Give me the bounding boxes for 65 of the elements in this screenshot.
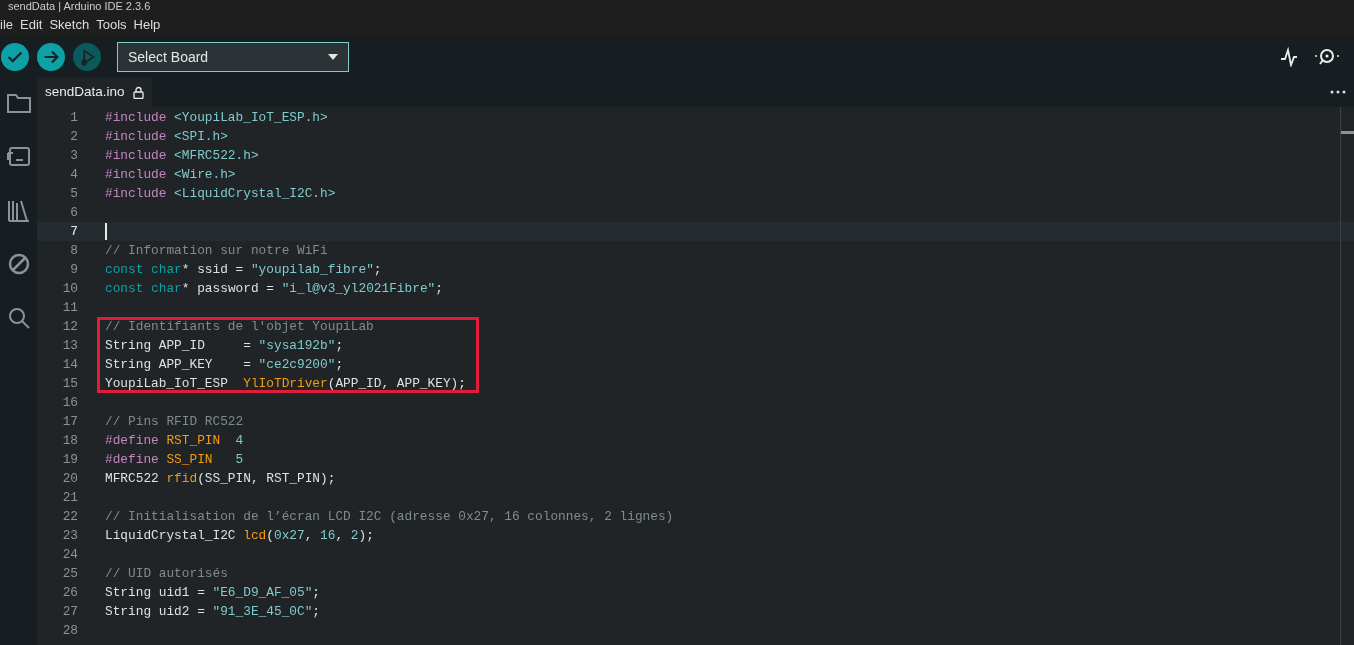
menu-item[interactable]: ile bbox=[0, 14, 20, 35]
code-line: // UID autorisés bbox=[104, 566, 228, 581]
code-line: // Identifiants de l'objet YoupiLab bbox=[104, 319, 374, 334]
code-line: #include <MFRC522.h> bbox=[104, 148, 259, 163]
plotter-pulse-icon[interactable] bbox=[1280, 47, 1298, 67]
line-number: 28 bbox=[61, 622, 79, 640]
code-line: #include <Wire.h> bbox=[104, 167, 236, 182]
line-number: 18 bbox=[61, 432, 79, 450]
line-number: 7 bbox=[69, 223, 79, 241]
code-line: // Pins RFID RC522 bbox=[104, 414, 244, 429]
line-number: 6 bbox=[69, 204, 79, 222]
line-number: 2 bbox=[69, 128, 79, 146]
menu-item[interactable]: Tools bbox=[96, 14, 134, 35]
code-line: // Initialisation de l’écran LCD I2C (adresse 0x27, 16 colonnes, 2 lignes) bbox=[104, 509, 674, 524]
verify-button[interactable] bbox=[1, 43, 29, 71]
code-line: #include <LiquidCrystal_I2C.h> bbox=[104, 186, 336, 201]
line-number: 8 bbox=[69, 242, 79, 260]
line-number: 27 bbox=[61, 603, 79, 621]
scrollbar[interactable] bbox=[1340, 107, 1354, 645]
line-number: 22 bbox=[61, 508, 79, 526]
line-number: 3 bbox=[69, 147, 79, 165]
line-number: 1 bbox=[69, 109, 79, 127]
line-number: 17 bbox=[61, 413, 79, 431]
line-number: 15 bbox=[61, 375, 79, 393]
line-number: 21 bbox=[61, 489, 79, 507]
code-line: // Information sur notre WiFi bbox=[104, 243, 328, 258]
magnifier-monitor-icon[interactable] bbox=[1314, 47, 1340, 67]
code-line: YoupiLab_IoT_ESP YlIoTDriver(APP_ID, APP_KEY); bbox=[104, 376, 466, 391]
board-select-dropdown[interactable]: Select Board bbox=[117, 42, 349, 72]
caret-icon bbox=[328, 54, 338, 60]
code-line: String APP_ID = "sysa192b"; bbox=[104, 338, 344, 353]
line-number: 24 bbox=[61, 546, 79, 564]
upload-button[interactable] bbox=[37, 43, 65, 71]
menu-item[interactable]: Edit bbox=[20, 14, 50, 35]
code-line: #include <YoupiLab_IoT_ESP.h> bbox=[104, 110, 328, 125]
line-number: 16 bbox=[61, 394, 79, 412]
line-number: 9 bbox=[69, 261, 79, 279]
code-line: LiquidCrystal_I2C lcd(0x27, 16, 2); bbox=[104, 528, 374, 543]
menu-item[interactable]: Sketch bbox=[49, 14, 97, 35]
line-number: 5 bbox=[69, 185, 79, 203]
file-tab[interactable]: sendData.ino bbox=[37, 77, 152, 107]
line-number: 14 bbox=[61, 356, 79, 374]
line-number: 12 bbox=[61, 318, 79, 336]
code-line: String uid2 = "91_3E_45_0C"; bbox=[104, 604, 321, 619]
menu-item[interactable]: Help bbox=[133, 14, 168, 35]
code-line: const char* ssid = "youpilab_fibre"; bbox=[104, 262, 382, 277]
code-line: #include <SPI.h> bbox=[104, 129, 228, 144]
line-number: 20 bbox=[61, 470, 79, 488]
line-number: 4 bbox=[69, 166, 79, 184]
code-line: #define SS_PIN 5 bbox=[104, 452, 244, 467]
code-line: String APP_KEY = "ce2c9200"; bbox=[104, 357, 344, 372]
line-number: 11 bbox=[61, 299, 79, 317]
line-number: 26 bbox=[61, 584, 79, 602]
code-line: #define RST_PIN 4 bbox=[104, 433, 244, 448]
line-number: 19 bbox=[61, 451, 79, 469]
code-line: MFRC522 rfid(SS_PIN, RST_PIN); bbox=[104, 471, 336, 486]
line-number: 25 bbox=[61, 565, 79, 583]
text-cursor bbox=[105, 223, 107, 241]
code-line: const char* password = "i_l@v3_yl2021Fibre"; bbox=[104, 281, 443, 296]
code-line: String uid1 = "E6_D9_AF_05"; bbox=[104, 585, 321, 600]
line-number: 23 bbox=[61, 527, 79, 545]
line-number: 13 bbox=[61, 337, 79, 355]
more-icon[interactable] bbox=[1330, 90, 1346, 94]
window-title: sendData | Arduino IDE 2.3.6 bbox=[0, 0, 1354, 12]
line-number: 10 bbox=[61, 280, 79, 298]
